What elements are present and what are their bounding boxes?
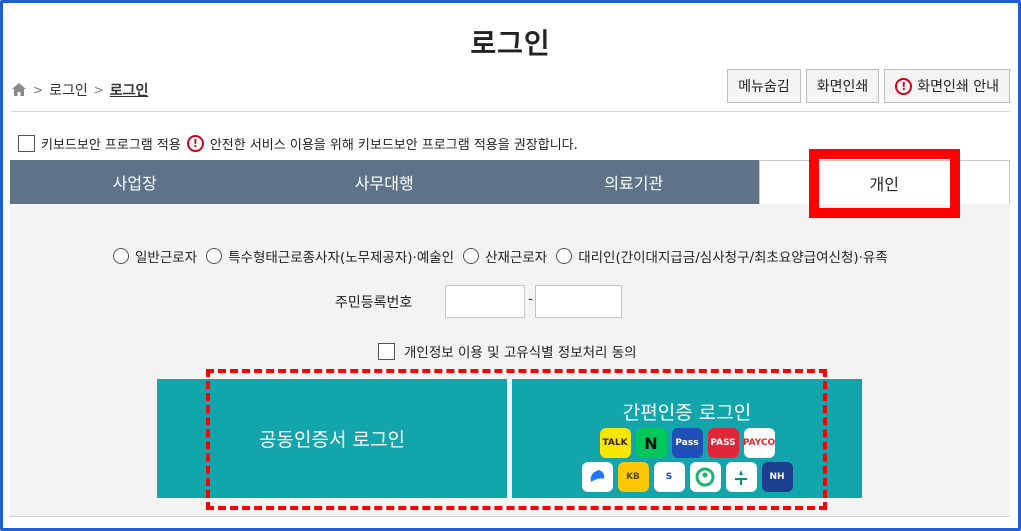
payco-icon: PAYCO [743,428,775,458]
simple-auth-login-button[interactable]: 간편인증 로그인 TALK N Pass PASS PAYCO KB S NH [512,379,862,498]
radio-label: 대리인(간이대지급금/심사청구/최초요양급여신청)·유족 [578,250,888,266]
keyboard-security-checkbox[interactable] [18,135,35,152]
provider-icons-row: TALK N Pass PASS PAYCO [512,428,862,458]
breadcrumb: > 로그인 > 로그인 [11,80,148,100]
print-guide-label: 화면인쇄 안내 [917,79,999,95]
alert-icon: ! [895,77,913,95]
tab-medical[interactable]: 의료기관 [509,160,759,204]
radio-agent[interactable]: 대리인(간이대지급금/심사청구/최초요양급여신청)·유족 [556,246,888,266]
privacy-consent-checkbox[interactable] [378,342,395,360]
keyboard-security-notice: 안전한 서비스 이용을 위해 키보드보안 프로그램 적용을 권장합니다. [209,138,578,153]
hide-menu-button[interactable]: 메뉴숨김 [727,69,801,103]
radio-label: 특수형태근로종사자(노무제공자)·예술인 [228,250,455,266]
divider [11,111,1010,112]
radio-button[interactable] [113,248,129,264]
kakao-icon: TALK [599,428,631,458]
print-guide-button[interactable]: ! 화면인쇄 안내 [884,69,1010,103]
hana-icon [725,462,757,492]
page-title: 로그인 [470,27,551,60]
pass-icon: PASS [707,428,739,458]
privacy-consent-row: 개인정보 이용 및 고유식별 정보처리 동의 [378,341,637,361]
user-type-radio-group: 일반근로자 특수형태근로종사자(노무제공자)·예술인 산재근로자 대리인(간이대… [113,246,897,266]
radio-button[interactable] [463,248,480,264]
samsung-pass-icon: Pass [671,428,703,458]
radio-general-worker[interactable]: 일반근로자 [113,246,197,266]
keyboard-security-row: 키보드보안 프로그램 적용 ! 안전한 서비스 이용을 위해 키보드보안 프로그… [18,134,578,153]
naver-icon: N [635,428,667,458]
breadcrumb-current[interactable]: 로그인 [110,80,149,100]
chevron-right-icon: > [33,83,44,97]
provider-icons-row: KB S NH [512,462,862,492]
simple-auth-label: 간편인증 로그인 [622,402,752,424]
nh-icon: NH [761,462,793,492]
rrn-dash: - [528,292,533,307]
highlight-box [809,149,960,218]
greencert-icon [689,462,721,492]
shinhan-icon: S [653,462,685,492]
radio-button[interactable] [206,248,223,264]
toss-icon [581,462,613,492]
radio-special-worker[interactable]: 특수형태근로종사자(노무제공자)·예술인 [206,246,454,266]
alert-icon: ! [186,135,204,152]
tab-agency[interactable]: 사무대행 [259,160,509,204]
radio-injured-worker[interactable]: 산재근로자 [463,246,547,266]
rrn-label: 주민등록번호 [335,295,413,311]
toolbar: 메뉴숨김 화면인쇄 ! 화면인쇄 안내 [727,69,1010,103]
keyboard-security-label: 키보드보안 프로그램 적용 [41,138,181,153]
rrn-front-input[interactable] [445,285,525,318]
radio-button[interactable] [556,248,573,264]
divider [10,516,1010,517]
certificate-login-button[interactable]: 공동인증서 로그인 [157,379,507,498]
chevron-right-icon: > [93,83,104,97]
kb-icon: KB [617,462,649,492]
tab-workplace[interactable]: 사업장 [10,160,260,204]
print-button[interactable]: 화면인쇄 [805,69,880,103]
home-icon[interactable] [11,82,27,98]
privacy-consent-label: 개인정보 이용 및 고유식별 정보처리 동의 [404,345,637,361]
radio-label: 산재근로자 [485,250,548,266]
rrn-back-input[interactable] [535,285,622,318]
radio-label: 일반근로자 [135,250,198,266]
breadcrumb-item-login[interactable]: 로그인 [49,80,88,100]
